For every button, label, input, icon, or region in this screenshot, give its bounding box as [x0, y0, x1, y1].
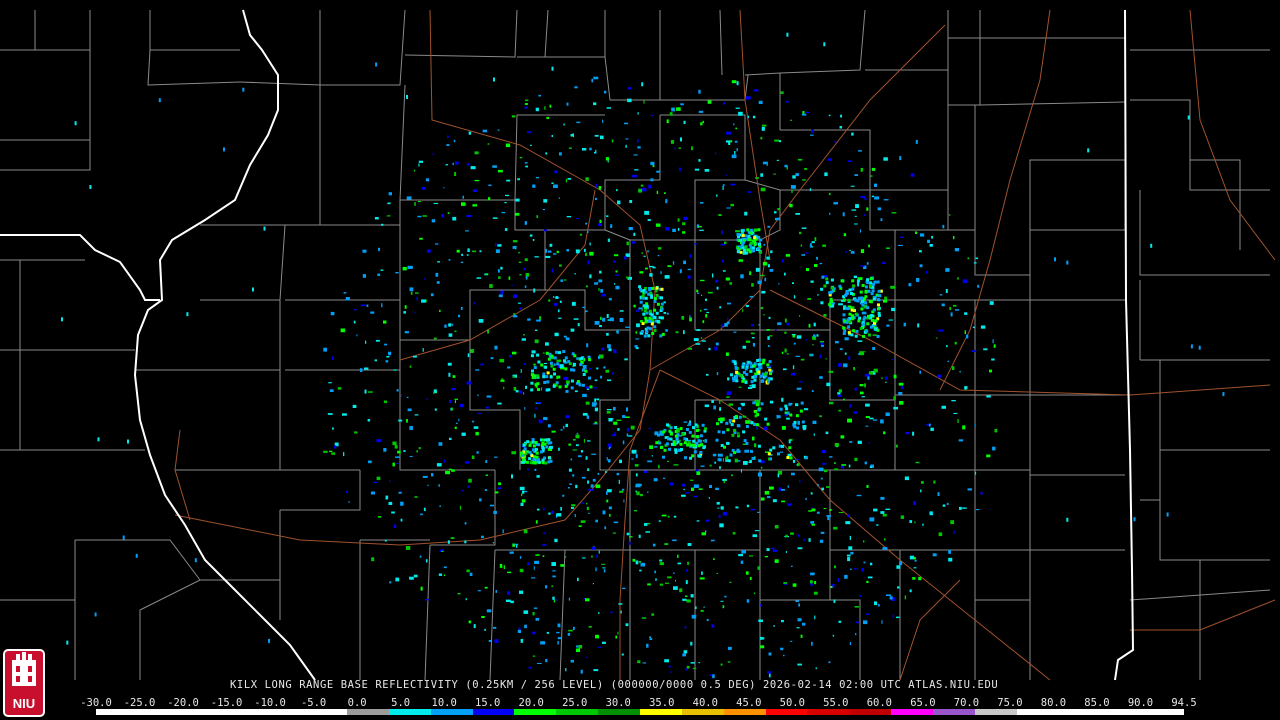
colorbar-segment: [723, 709, 766, 715]
colorbar-segment: [556, 709, 599, 715]
colorbar-tick: 85.0: [1084, 697, 1110, 709]
svg-text:NIU: NIU: [13, 696, 35, 711]
colorbar-tick: 10.0: [431, 697, 457, 709]
colorbar-tick: 0.0: [347, 697, 367, 709]
niu-logo: NIU: [3, 649, 45, 717]
colorbar-tick: 30.0: [605, 697, 631, 709]
colorbar-segment: [430, 709, 473, 715]
colorbar-tick: 50.0: [779, 697, 805, 709]
colorbar-segment: [137, 709, 180, 715]
colorbar-segment: [305, 709, 348, 715]
colorbar-segment: [1058, 709, 1101, 715]
colorbar-ticks: -30.0 -25.0 -20.0 -15.0 -10.0 -5.0 0.0 5.0 10.0 1…: [80, 697, 1197, 709]
colorbar-segment: [472, 709, 515, 715]
colorbar-segment: [932, 709, 975, 715]
colorbar-segment: [598, 709, 640, 715]
county-boundaries: [0, 9, 1271, 681]
colorbar-tick: -30.0: [80, 697, 112, 709]
colorbar-tick: 20.0: [518, 697, 544, 709]
product-caption: KILX LONG RANGE BASE REFLECTIVITY (0.25K…: [230, 679, 999, 691]
colorbar-tick: 60.0: [866, 697, 893, 709]
colorbar: [96, 709, 1184, 715]
colorbar-segment: [263, 709, 306, 715]
colorbar-segment: [974, 709, 1017, 715]
colorbar-tick: 80.0: [1040, 697, 1067, 709]
radar-map: NIU: [0, 9, 1276, 717]
colorbar-segment: [891, 709, 933, 715]
colorbar-tick: -20.0: [167, 697, 199, 709]
colorbar-segment: [807, 709, 850, 715]
radar-returns: [61, 32, 1225, 679]
colorbar-tick: 55.0: [823, 697, 849, 709]
colorbar-tick: 25.0: [562, 697, 588, 709]
colorbar-segment: [179, 709, 222, 715]
colorbar-tick: 15.0: [475, 697, 501, 709]
colorbar-segment: [1016, 709, 1059, 715]
colorbar-segment: [221, 709, 264, 715]
colorbar-segment: [514, 709, 557, 715]
colorbar-tick: 90.0: [1127, 697, 1154, 709]
colorbar-tick: 45.0: [736, 697, 762, 709]
colorbar-tick: 94.5: [1171, 697, 1197, 709]
colorbar-tick: 75.0: [997, 697, 1023, 709]
colorbar-tick: 5.0: [391, 697, 411, 709]
colorbar-tick: 40.0: [692, 697, 718, 709]
colorbar-segment: [1142, 709, 1184, 715]
colorbar-tick: 70.0: [953, 697, 980, 709]
colorbar-segment: [639, 709, 682, 715]
colorbar-segment: [681, 709, 724, 715]
colorbar-segment: [765, 709, 808, 715]
colorbar-segment: [347, 709, 389, 715]
colorbar-segment: [849, 709, 892, 715]
colorbar-tick: -15.0: [210, 697, 243, 709]
colorbar-tick: -10.0: [254, 697, 286, 709]
colorbar-segment: [96, 709, 138, 715]
colorbar-segment: [1100, 709, 1143, 715]
highway-roads: [174, 9, 1276, 681]
colorbar-segment: [388, 709, 431, 715]
colorbar-tick: 65.0: [910, 697, 936, 709]
colorbar-tick: 35.0: [649, 697, 675, 709]
colorbar-tick: -25.0: [123, 697, 156, 709]
colorbar-tick: -5.0: [300, 697, 327, 709]
